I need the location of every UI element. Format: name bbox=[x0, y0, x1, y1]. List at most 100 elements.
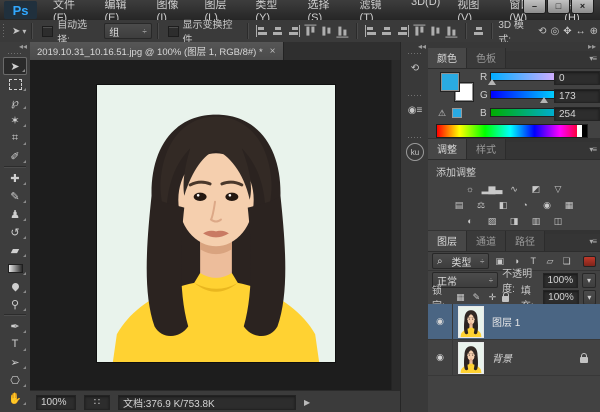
crop-tool[interactable]: ⌗ bbox=[3, 129, 27, 147]
tab-layers[interactable]: 图层 bbox=[428, 231, 467, 251]
hand-tool[interactable]: ✋ bbox=[3, 389, 27, 407]
brightness-contrast-icon[interactable]: ☼ bbox=[463, 183, 478, 195]
type-tool[interactable]: T bbox=[3, 335, 27, 353]
tab-close-icon[interactable]: × bbox=[270, 46, 276, 57]
visibility-eye-icon[interactable]: ◉ bbox=[428, 340, 453, 375]
close-button[interactable]: × bbox=[571, 0, 594, 14]
invert-icon[interactable]: ◐ bbox=[463, 215, 478, 227]
layer-row-layer1[interactable]: ◉ 图层 1 bbox=[428, 304, 600, 340]
panel-menu-icon[interactable]: ▾≡ bbox=[589, 145, 596, 154]
zoom-level-field[interactable]: 100% bbox=[36, 395, 76, 410]
lock-transparent-pixels-icon[interactable]: ▦ bbox=[454, 291, 466, 303]
distribute-top-edges-icon[interactable] bbox=[365, 25, 378, 37]
3d-orbit-icon[interactable]: ⟲ bbox=[538, 26, 546, 37]
tab-paths[interactable]: 路径 bbox=[506, 231, 545, 251]
levels-icon[interactable]: ▂▆▃ bbox=[485, 183, 500, 195]
green-slider-handle[interactable] bbox=[540, 97, 548, 103]
tab-adjustments[interactable]: 调整 bbox=[428, 139, 467, 159]
layer1-thumbnail[interactable] bbox=[458, 306, 484, 338]
status-expand-arrow-icon[interactable]: ▶ bbox=[304, 398, 310, 407]
distribute-left-edges-icon[interactable] bbox=[413, 25, 425, 38]
distribute-horizontal-centers-icon[interactable] bbox=[429, 26, 441, 37]
photo-filter-icon[interactable]: ◔ bbox=[518, 199, 533, 211]
move-tool[interactable]: ➤ bbox=[3, 57, 27, 75]
curves-icon[interactable]: ∿ bbox=[507, 183, 522, 195]
kuler-panel-icon[interactable]: ku bbox=[404, 141, 426, 163]
background-thumbnail[interactable] bbox=[458, 342, 484, 374]
green-value-field[interactable]: 173 bbox=[554, 89, 600, 103]
shape-tool[interactable]: ⎔ bbox=[3, 371, 27, 389]
fill-value-field[interactable]: 100% bbox=[543, 290, 579, 305]
tab-swatches[interactable]: 色板 bbox=[467, 48, 506, 68]
black-white-icon[interactable]: ◧ bbox=[496, 199, 511, 211]
document-size-field[interactable]: 文档:376.9 K/753.8K bbox=[118, 395, 296, 410]
filter-shape-layers-icon[interactable]: ▱ bbox=[544, 255, 557, 267]
exposure-icon[interactable]: ◩ bbox=[529, 183, 544, 195]
filter-smart-objects-icon[interactable]: ❏ bbox=[560, 255, 573, 267]
foreground-color-swatch[interactable] bbox=[440, 72, 460, 92]
canvas-area[interactable] bbox=[30, 60, 400, 390]
tab-styles[interactable]: 样式 bbox=[467, 139, 506, 159]
red-value-field[interactable]: 0 bbox=[554, 71, 600, 85]
panel-menu-icon[interactable]: ▾≡ bbox=[589, 54, 596, 63]
lasso-tool[interactable]: ℘ bbox=[3, 93, 27, 111]
align-top-edges-icon[interactable] bbox=[304, 25, 316, 38]
distribute-bottom-edges-icon[interactable] bbox=[396, 25, 409, 37]
3d-scale-icon[interactable]: ⊕ bbox=[590, 26, 598, 37]
rectangular-marquee-tool[interactable] bbox=[3, 75, 27, 93]
auto-select-checkbox[interactable] bbox=[42, 26, 53, 37]
eyedropper-tool[interactable]: ✐ bbox=[3, 147, 27, 165]
blue-value-field[interactable]: 254 bbox=[554, 107, 600, 121]
magic-wand-tool[interactable]: ✶ bbox=[3, 111, 27, 129]
align-left-edges-icon[interactable] bbox=[256, 25, 269, 37]
gamut-color-chip[interactable] bbox=[452, 108, 462, 118]
dodge-tool[interactable]: ⚲ bbox=[3, 295, 27, 313]
canvas-vertical-scrollbar[interactable] bbox=[391, 60, 400, 390]
3d-pan-icon[interactable]: ✥ bbox=[563, 26, 571, 37]
show-transform-checkbox[interactable] bbox=[168, 26, 179, 37]
align-horizontal-centers-icon[interactable] bbox=[272, 25, 283, 37]
tab-channels[interactable]: 通道 bbox=[467, 231, 506, 251]
path-selection-tool[interactable]: ➢ bbox=[3, 353, 27, 371]
document-tab[interactable]: 2019.10.31_10.16.51.jpg @ 100% (图层 1, RG… bbox=[30, 42, 284, 60]
spot-healing-brush-tool[interactable]: ✚ bbox=[3, 169, 27, 187]
gradient-tool[interactable] bbox=[3, 259, 27, 277]
channel-mixer-icon[interactable]: ◉ bbox=[540, 199, 555, 211]
vibrance-icon[interactable]: ▽ bbox=[551, 183, 566, 195]
gradient-map-icon[interactable]: ▥ bbox=[529, 215, 544, 227]
panel-menu-icon[interactable]: ▾≡ bbox=[589, 237, 596, 246]
layer-row-background[interactable]: ◉ 背景 bbox=[428, 340, 600, 376]
tab-color[interactable]: 颜色 bbox=[428, 48, 467, 68]
actions-panel-icon[interactable]: ◉≡ bbox=[404, 99, 426, 121]
clone-stamp-tool[interactable]: ♟ bbox=[3, 205, 27, 223]
selective-color-icon[interactable]: ◫ bbox=[551, 215, 566, 227]
layer-filter-type-dropdown[interactable]: ⌕ 类型 ÷ bbox=[432, 253, 489, 269]
distribute-vertical-centers-icon[interactable] bbox=[381, 25, 392, 37]
posterize-icon[interactable]: ▨ bbox=[485, 215, 500, 227]
gamut-warning-icon[interactable]: ⚠ bbox=[438, 108, 446, 119]
threshold-icon[interactable]: ◨ bbox=[507, 215, 522, 227]
fill-dropdown-caret-icon[interactable]: ▾ bbox=[583, 290, 596, 305]
eraser-tool[interactable]: ▰ bbox=[3, 241, 27, 259]
opacity-value-field[interactable]: 100% bbox=[543, 273, 579, 288]
distribute-right-edges-icon[interactable] bbox=[445, 25, 457, 38]
blur-tool[interactable] bbox=[3, 277, 27, 295]
align-right-edges-icon[interactable] bbox=[287, 25, 300, 37]
layer1-name[interactable]: 图层 1 bbox=[492, 314, 520, 329]
red-slider-handle[interactable] bbox=[488, 79, 496, 85]
visibility-eye-icon[interactable]: ◉ bbox=[428, 304, 453, 339]
maximize-button[interactable]: □ bbox=[547, 0, 570, 14]
dock-collapse-icon[interactable]: ◂◂ bbox=[401, 42, 429, 51]
opacity-dropdown-caret-icon[interactable]: ▾ bbox=[582, 273, 596, 288]
toolbar-collapse-icon[interactable]: ◂◂ bbox=[0, 42, 30, 51]
auto-align-layers-icon[interactable] bbox=[474, 25, 485, 37]
color-lookup-icon[interactable]: ▦ bbox=[562, 199, 577, 211]
color-balance-icon[interactable]: ⚖ bbox=[474, 199, 489, 211]
history-brush-tool[interactable]: ↺ bbox=[3, 223, 27, 241]
history-panel-icon[interactable]: ⟲ bbox=[404, 57, 426, 79]
auto-select-dropdown[interactable]: 组 ÷ bbox=[104, 23, 151, 39]
lock-all-icon[interactable] bbox=[502, 296, 508, 302]
brush-tool[interactable]: ✎ bbox=[3, 187, 27, 205]
align-vertical-centers-icon[interactable] bbox=[320, 26, 332, 37]
3d-slide-icon[interactable]: ↔ bbox=[576, 26, 586, 37]
